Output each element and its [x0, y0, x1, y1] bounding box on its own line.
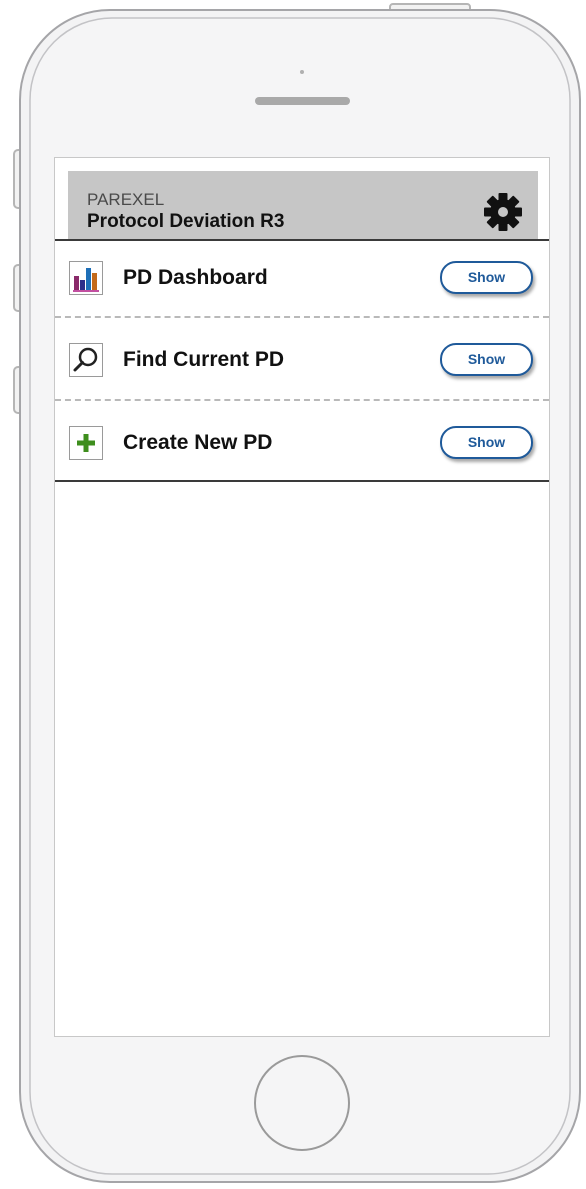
list-bottom-divider [55, 480, 549, 482]
plus-icon [69, 426, 103, 460]
menu-item-find-current-pd: Find Current PD Show [55, 323, 549, 403]
menu-item-label: PD Dashboard [123, 266, 268, 289]
app-screen: PAREXEL Protocol Deviation R3 PD Dashboa… [54, 157, 550, 1037]
show-create-new-pd-button[interactable]: Show [440, 426, 533, 459]
app-header: PAREXEL Protocol Deviation R3 [68, 171, 538, 239]
menu-item-create-new-pd: Create New PD Show [55, 406, 549, 486]
menu-item-pd-dashboard: PD Dashboard Show [55, 241, 549, 321]
menu-item-label: Find Current PD [123, 348, 284, 371]
show-pd-dashboard-button[interactable]: Show [440, 261, 533, 294]
gear-icon[interactable] [482, 191, 524, 233]
show-find-current-pd-button[interactable]: Show [440, 343, 533, 376]
row-divider [55, 316, 549, 318]
menu-item-label: Create New PD [123, 431, 273, 454]
bar-chart-icon [69, 261, 103, 295]
row-divider [55, 399, 549, 401]
magnifier-icon [69, 343, 103, 377]
company-name: PAREXEL [87, 190, 165, 209]
page-title: Protocol Deviation R3 [87, 211, 285, 232]
